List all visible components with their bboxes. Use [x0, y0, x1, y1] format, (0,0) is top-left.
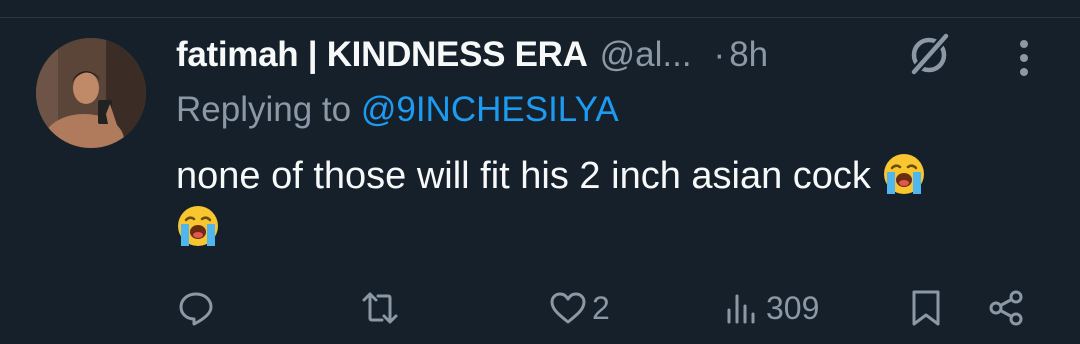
views-count: 309: [766, 289, 820, 326]
user-handle[interactable]: @al...: [600, 35, 692, 75]
like-count: 2: [592, 289, 610, 326]
retweet-icon: [362, 292, 398, 324]
replying-to: Replying to @9INCHESILYA: [176, 90, 619, 130]
action-bar: 2 309: [0, 280, 1080, 336]
share-icon: [989, 290, 1023, 326]
bookmark-button[interactable]: [906, 280, 946, 336]
tweet-text-content: none of those will fit his 2 inch asian …: [176, 155, 871, 197]
replying-prefix: Replying to: [176, 90, 361, 129]
tweet-header: fatimah | KINDNESS ERA @al... · 8h: [176, 30, 768, 80]
views-button[interactable]: 309: [722, 280, 819, 336]
heart-icon: [550, 292, 586, 324]
tweet-text: none of those will fit his 2 inch asian …: [176, 150, 1046, 254]
replying-to-mention[interactable]: @9INCHESILYA: [361, 90, 619, 129]
display-name[interactable]: fatimah | KINDNESS ERA: [176, 35, 588, 75]
reply-icon: [179, 292, 213, 326]
timestamp[interactable]: 8h: [729, 35, 768, 75]
loudly-crying-face-icon: [882, 152, 926, 196]
more-icon[interactable]: [1002, 36, 1046, 80]
bookmark-icon: [912, 290, 940, 326]
avatar[interactable]: [36, 38, 146, 148]
retweet-button[interactable]: [360, 280, 404, 336]
separator-dot: ·: [713, 35, 726, 74]
reply-button[interactable]: [176, 280, 220, 336]
loudly-crying-face-icon: [176, 204, 220, 248]
grok-icon[interactable]: [904, 30, 954, 80]
top-divider: [0, 17, 1080, 18]
share-button[interactable]: [986, 280, 1026, 336]
like-button[interactable]: 2: [548, 280, 610, 336]
avatar-photo: [36, 38, 146, 148]
views-icon: [727, 294, 755, 324]
